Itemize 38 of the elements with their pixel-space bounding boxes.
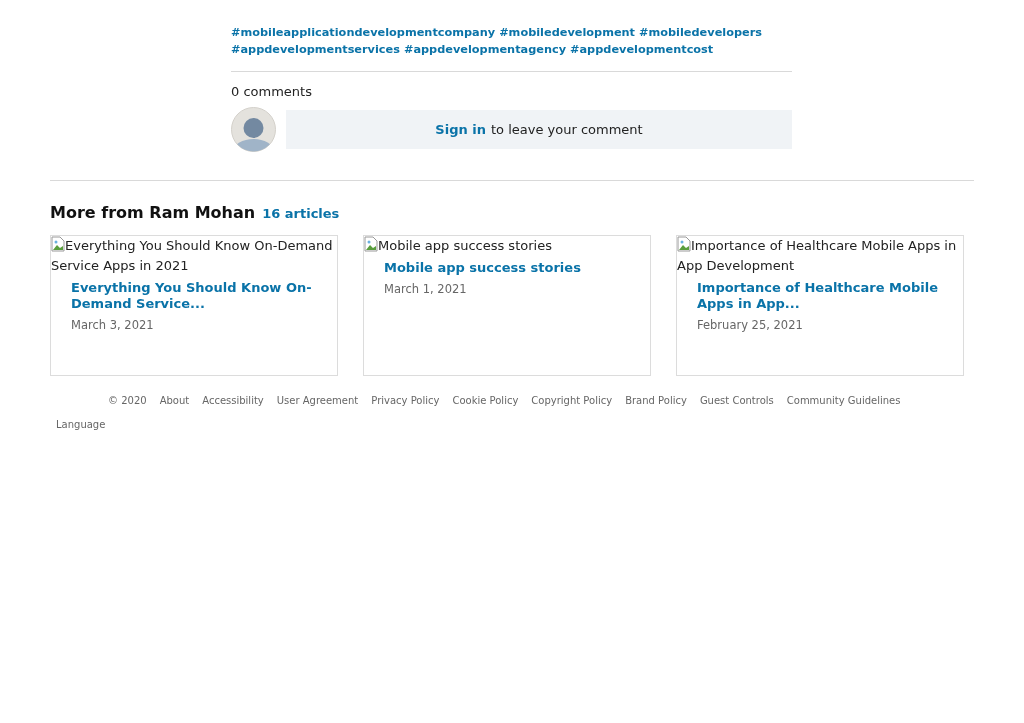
article-title-link[interactable]: Everything You Should Know On-Demand Service... [71,280,317,312]
article-card[interactable]: Mobile app success stories Mobile app success stories March 1, 2021 [363,235,651,376]
footer-link[interactable]: Cookie Policy [452,395,519,406]
comment-count: 0 comments [231,84,313,99]
broken-image: Mobile app success stories [364,236,650,256]
hashtag-link[interactable]: #mobiledevelopers [639,24,762,41]
footer-link[interactable]: © 2020 [108,395,147,406]
broken-image-icon [677,236,691,252]
sign-in-prompt: Sign in to leave your comment [286,110,792,149]
hashtag-link[interactable]: #appdevelopmentservices [231,41,400,58]
footer-link[interactable]: Community Guidelines [786,395,901,406]
broken-image: Importance of Healthcare Mobile Apps in App Development [677,236,958,275]
section-title: More from Ram Mohan [50,203,256,222]
footer-link[interactable]: Guest Controls [699,395,774,406]
broken-image: Everything You Should Know On-Demand Service Apps in 2021 [51,236,334,275]
broken-image-icon [51,236,65,252]
footer-link[interactable]: User Agreement [276,395,359,406]
broken-image-icon [364,236,378,252]
hashtag-link[interactable]: #appdevelopmentagency [403,41,567,58]
footer-link[interactable]: Accessibility [202,395,264,406]
sign-in-link[interactable]: Sign in [435,122,486,137]
footer-link[interactable]: Copyright Policy [531,395,613,406]
article-date: March 3, 2021 [71,318,155,332]
article-card[interactable]: Importance of Healthcare Mobile Apps in App Development Importance of Healthcare Mobile Apps in App... February 25, 2021 [676,235,964,376]
article-title-link[interactable]: Mobile app success stories [384,260,630,276]
language-link[interactable]: Language [56,419,1024,430]
article-date: March 1, 2021 [384,282,468,296]
footer-link[interactable]: Privacy Policy [371,395,440,406]
hashtag-link[interactable]: #mobiledevelopment [499,24,636,41]
article-card[interactable]: Everything You Should Know On-Demand Service Apps in 2021 Everything You Should Know On-Demand Service... March 3, 2021 [50,235,338,376]
article-date: February 25, 2021 [697,318,804,332]
articles-link[interactable]: 16 articles [262,206,340,221]
hashtag-link[interactable]: #mobileapplicationdevelopmentcompany [231,24,496,41]
footer-link[interactable]: About [159,395,190,406]
hashtag-link[interactable]: #appdevelopmentcost [570,41,714,58]
article-title-link[interactable]: Importance of Healthcare Mobile Apps in App... [697,280,943,312]
footer-link[interactable]: Brand Policy [625,395,687,406]
avatar-icon [231,107,276,152]
